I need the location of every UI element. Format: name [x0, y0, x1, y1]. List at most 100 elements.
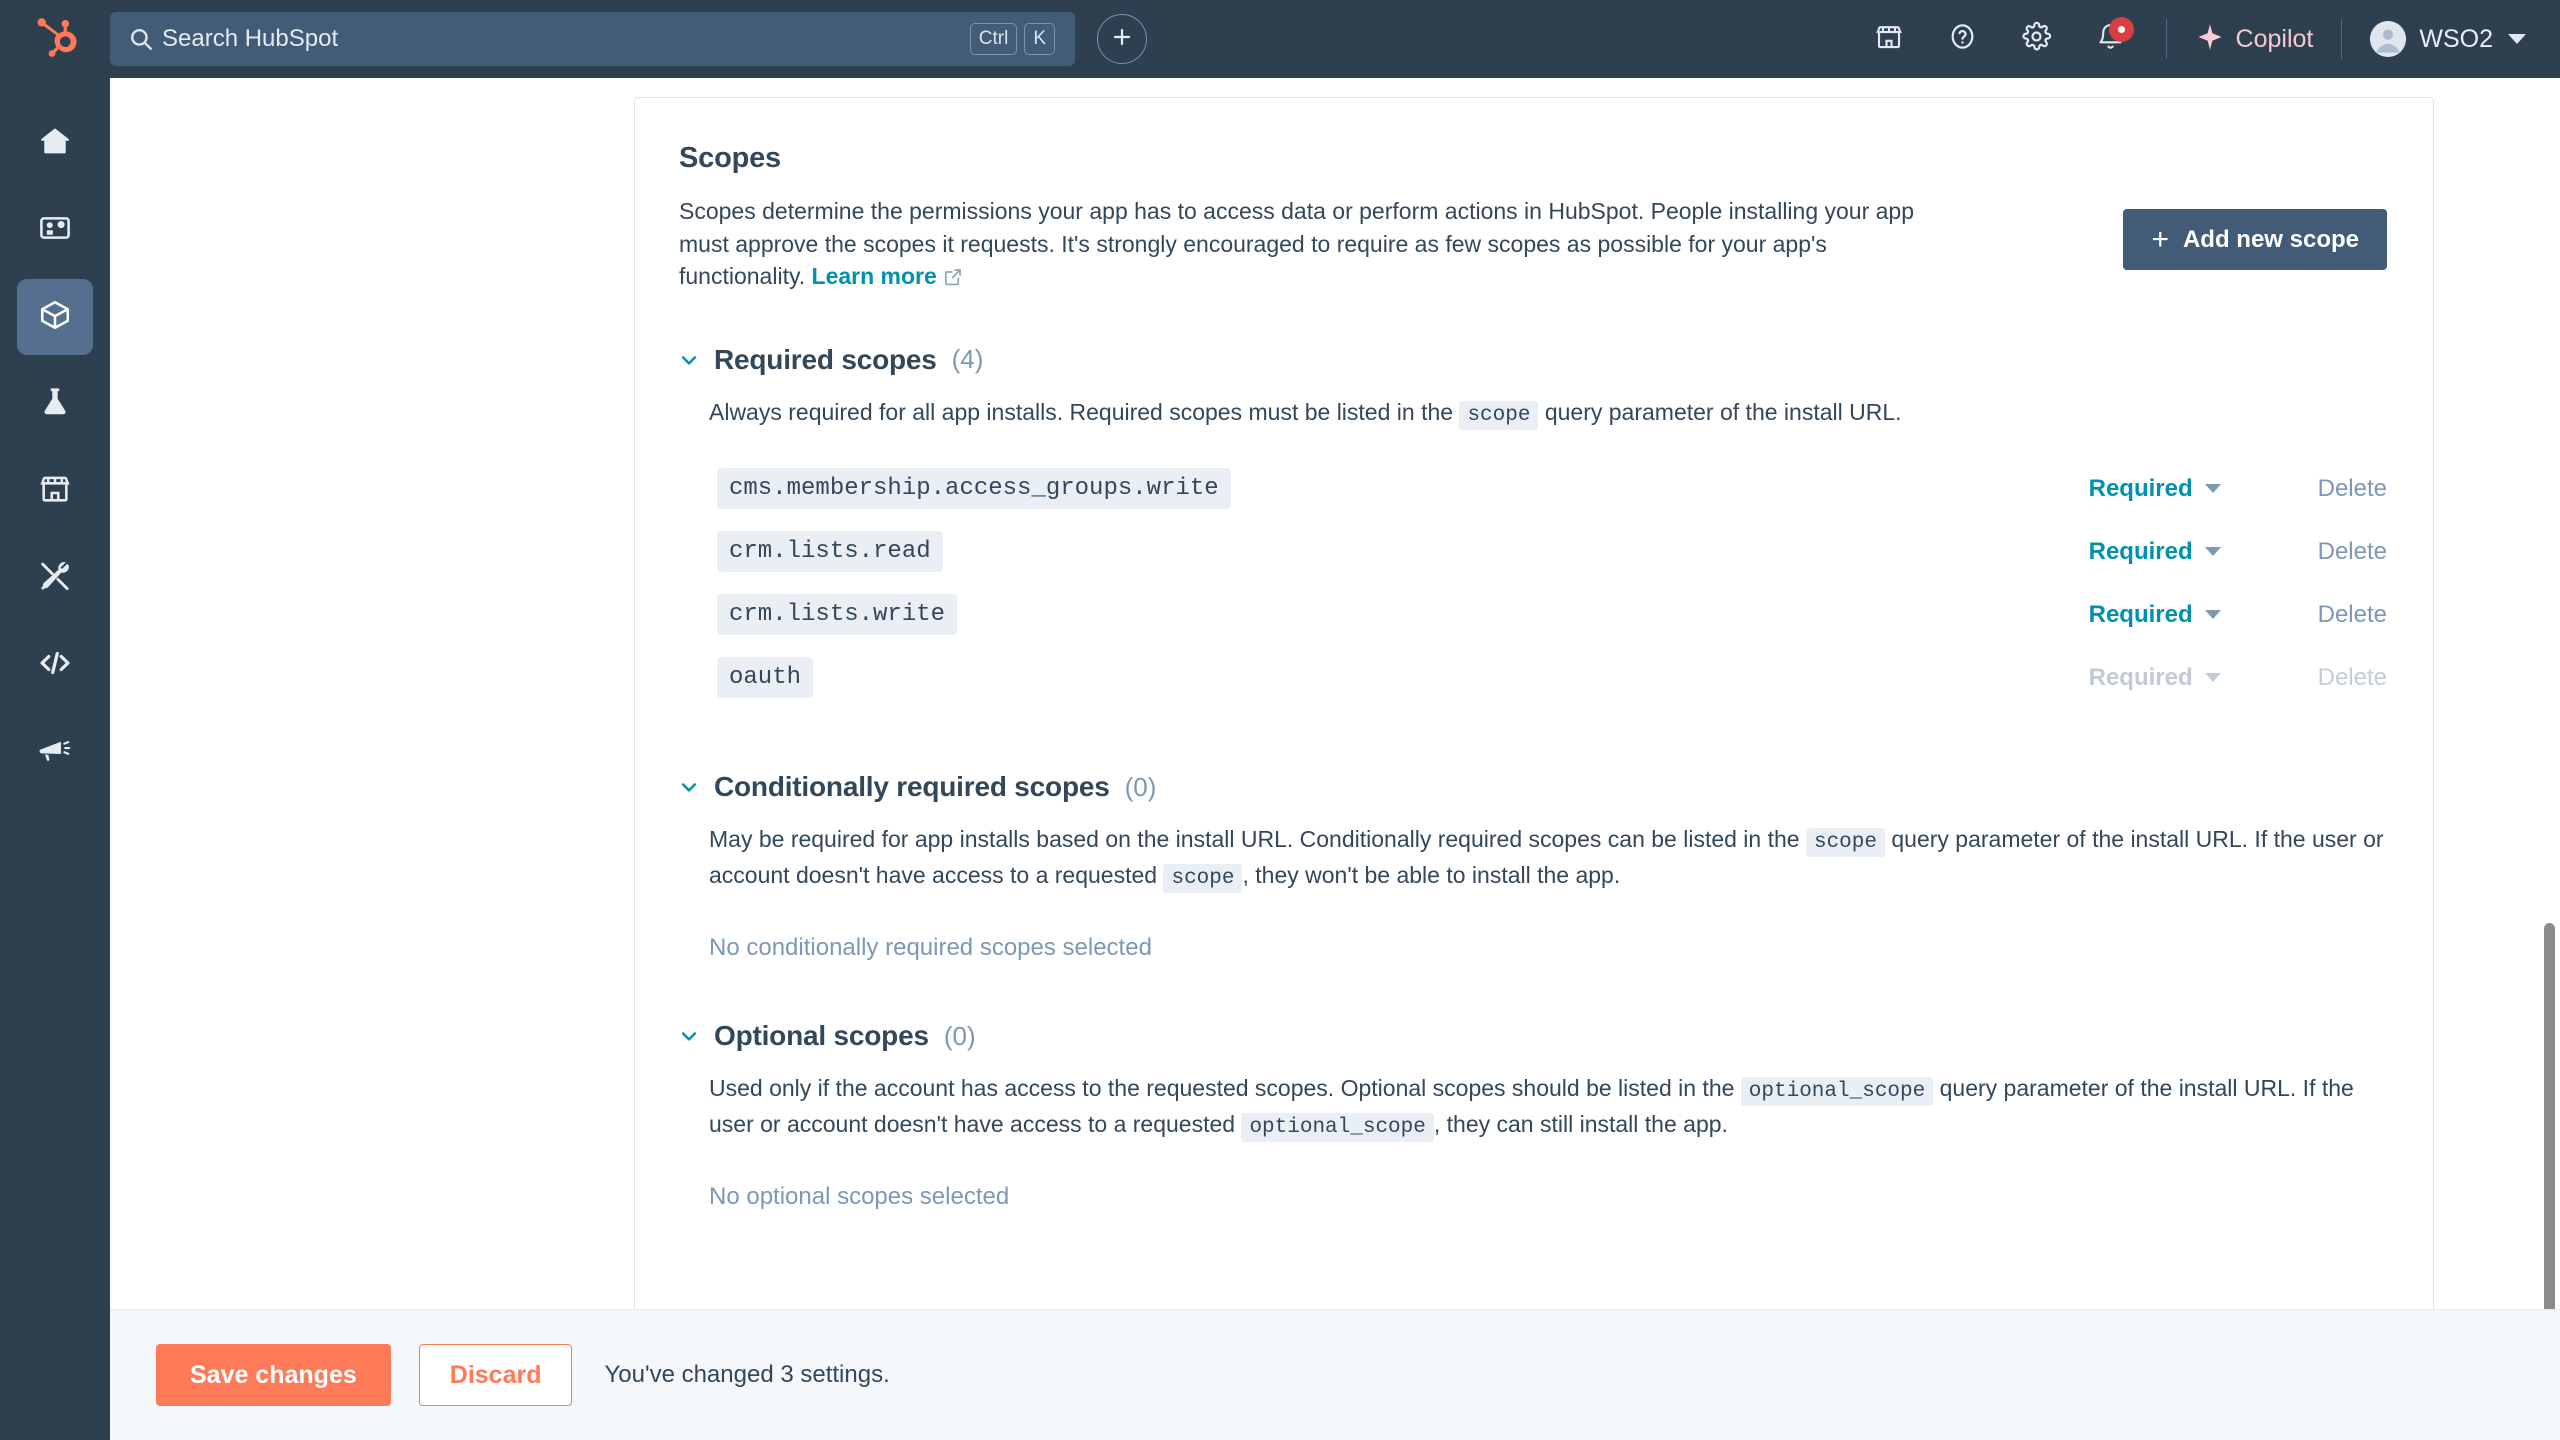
- search-input[interactable]: [156, 25, 970, 53]
- discard-button[interactable]: Discard: [419, 1344, 573, 1406]
- requirement-dropdown[interactable]: Required: [2089, 475, 2284, 503]
- add-new-scope-button[interactable]: + Add new scope: [2123, 209, 2387, 270]
- notification-badge: [2109, 17, 2134, 42]
- table-row: cms.membership.access_groups.write Requi…: [709, 457, 2387, 520]
- kbd-k: K: [1024, 23, 1055, 55]
- inline-code-chip: optional_scope: [1241, 1113, 1433, 1142]
- search-icon: [126, 26, 156, 52]
- sidebar-item-marketplace[interactable]: [17, 453, 93, 529]
- sidebar-item-tools[interactable]: [17, 540, 93, 616]
- notifications-button[interactable]: [2074, 0, 2148, 78]
- chevron-down-icon: [2205, 484, 2221, 493]
- empty-state-message: No conditionally required scopes selecte…: [709, 934, 2387, 962]
- note-text-1: Always required for all app installs. Re…: [709, 399, 1459, 425]
- save-button[interactable]: Save changes: [156, 1344, 391, 1406]
- inline-code-chip: scope: [1806, 828, 1885, 857]
- copilot-button[interactable]: Copilot: [2185, 22, 2324, 57]
- marketplace-icon: [1874, 22, 1904, 57]
- sidebar-item-apps[interactable]: [17, 192, 93, 268]
- nav-divider-1: [2166, 19, 2167, 59]
- section-required-scopes-body: Always required for all app installs. Re…: [679, 396, 2387, 709]
- page-title: Scopes: [679, 142, 2387, 175]
- delete-scope-link[interactable]: Delete: [2318, 538, 2387, 566]
- inline-code-chip: optional_scope: [1741, 1077, 1933, 1106]
- section-required-scopes: Required scopes (4) Always required for …: [679, 344, 2387, 709]
- sidebar-item-test-accounts[interactable]: [17, 366, 93, 442]
- marketplace-button[interactable]: [1852, 0, 1926, 78]
- chevron-down-icon: [679, 350, 699, 370]
- scopes-description: Scopes determine the permissions your ap…: [679, 195, 1944, 296]
- chevron-down-icon: [2205, 673, 2221, 682]
- note-text-1: May be required for app installs based o…: [709, 826, 1806, 852]
- settings-gear-icon: [2021, 21, 2052, 57]
- chevron-down-icon: [2205, 547, 2221, 556]
- help-button[interactable]: [1926, 0, 2000, 78]
- delete-scope-link: Delete: [2318, 664, 2387, 692]
- scope-name: crm.lists.read: [717, 531, 943, 572]
- megaphone-icon: [38, 733, 72, 772]
- chevron-down-icon: [679, 1026, 699, 1046]
- table-row: crm.lists.write Required Delete: [709, 583, 2387, 646]
- account-menu[interactable]: WSO2: [2360, 21, 2526, 57]
- top-nav-actions: Copilot WSO2: [1852, 0, 2560, 78]
- external-link-icon: [943, 263, 963, 296]
- row-actions: Required Delete: [2089, 664, 2387, 692]
- section-note: May be required for app installs based o…: [709, 823, 2387, 894]
- required-scope-list: cms.membership.access_groups.write Requi…: [709, 457, 2387, 709]
- note-text-1: Used only if the account has access to t…: [709, 1075, 1741, 1101]
- copilot-label: Copilot: [2236, 25, 2314, 54]
- section-required-scopes-header[interactable]: Required scopes (4): [679, 344, 2387, 376]
- section-note: Always required for all app installs. Re…: [709, 396, 2387, 431]
- section-count: (0): [1125, 772, 1157, 803]
- help-icon: [1947, 21, 1978, 57]
- chevron-down-icon: [2205, 610, 2221, 619]
- note-text-3: , they can still install the app.: [1434, 1111, 1728, 1137]
- search-shortcut-hint: Ctrl K: [970, 23, 1059, 55]
- requirement-label: Required: [2089, 475, 2193, 503]
- settings-button[interactable]: [2000, 0, 2074, 78]
- create-new-button[interactable]: [1097, 14, 1147, 64]
- section-conditionally-required-scopes: Conditionally required scopes (0) May be…: [679, 771, 2387, 962]
- account-name: WSO2: [2419, 25, 2493, 54]
- requirement-dropdown[interactable]: Required: [2089, 538, 2284, 566]
- inline-code-chip: scope: [1459, 401, 1538, 430]
- scope-name: crm.lists.write: [717, 594, 957, 635]
- scope-name: oauth: [717, 657, 813, 698]
- learn-more-link[interactable]: Learn more: [812, 263, 937, 289]
- hubspot-sprocket-logo[interactable]: [0, 16, 110, 62]
- plus-icon: +: [2151, 225, 2169, 255]
- sidebar-item-announcements[interactable]: [17, 714, 93, 790]
- box-icon: [38, 298, 72, 337]
- requirement-dropdown: Required: [2089, 664, 2284, 692]
- note-text-2: query parameter of the install URL.: [1538, 399, 1901, 425]
- section-title: Optional scopes: [714, 1020, 929, 1052]
- sidebar-item-home[interactable]: [17, 105, 93, 181]
- code-brackets-icon: [38, 646, 72, 685]
- note-text-3: , they won't be able to install the app.: [1242, 862, 1620, 888]
- requirement-dropdown[interactable]: Required: [2089, 601, 2284, 629]
- requirement-label: Required: [2089, 538, 2193, 566]
- delete-scope-link[interactable]: Delete: [2318, 475, 2387, 503]
- empty-state-message: No optional scopes selected: [709, 1183, 2387, 1211]
- section-conditionally-required-scopes-body: May be required for app installs based o…: [679, 823, 2387, 962]
- scope-name: cms.membership.access_groups.write: [717, 468, 1231, 509]
- vertical-scrollbar[interactable]: [2544, 923, 2555, 1309]
- delete-scope-link[interactable]: Delete: [2318, 601, 2387, 629]
- sidebar-item-developer[interactable]: [17, 627, 93, 703]
- table-row: crm.lists.read Required Delete: [709, 520, 2387, 583]
- storefront-icon: [38, 472, 72, 511]
- section-count: (0): [944, 1021, 976, 1052]
- sidebar-item-app[interactable]: [17, 279, 93, 355]
- row-actions: Required Delete: [2089, 538, 2387, 566]
- global-search-bar[interactable]: Ctrl K: [110, 12, 1075, 66]
- section-count: (4): [952, 344, 984, 375]
- section-title: Conditionally required scopes: [714, 771, 1110, 803]
- section-conditionally-required-scopes-header[interactable]: Conditionally required scopes (0): [679, 771, 2387, 803]
- chevron-down-icon: [679, 777, 699, 797]
- table-row: oauth Required Delete: [709, 646, 2387, 709]
- scopes-card: Scopes Scopes determine the permissions …: [634, 97, 2434, 1309]
- section-optional-scopes-header[interactable]: Optional scopes (0): [679, 1020, 2387, 1052]
- section-title: Required scopes: [714, 344, 937, 376]
- user-avatar-icon: [2370, 21, 2406, 57]
- page-content: Scopes Scopes determine the permissions …: [110, 78, 2560, 1309]
